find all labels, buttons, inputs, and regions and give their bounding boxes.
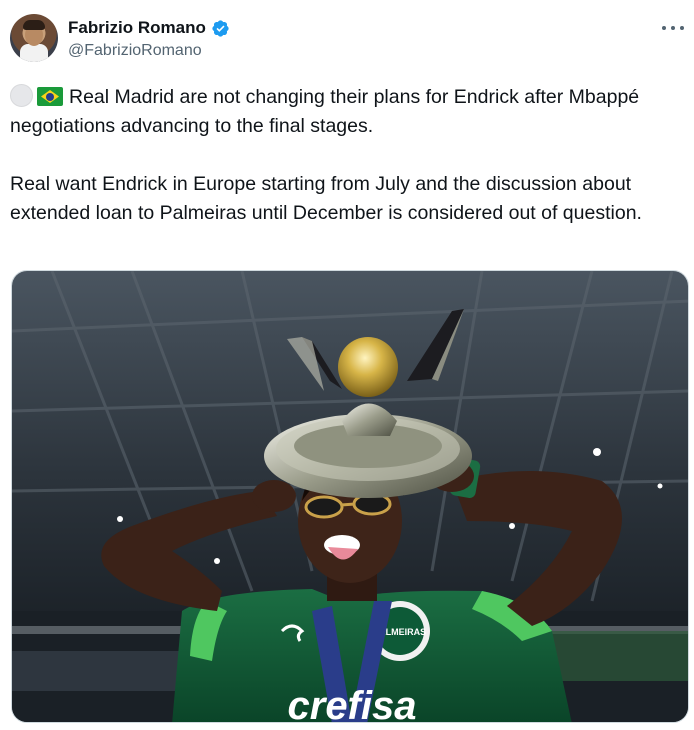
trophy-ball [338,337,398,397]
author-display-name[interactable]: Fabrizio Romano [68,18,206,38]
tweet-paragraph-1: Real Madrid are not changing their plans… [10,83,686,141]
verified-badge-icon [212,19,229,37]
author-display-name-row[interactable]: Fabrizio Romano [68,18,230,38]
more-horizontal-icon[interactable] [662,18,684,38]
tweet-paragraph-1-text: Real Madrid are not changing their plans… [10,86,640,137]
white-circle-emoji [10,84,33,107]
shirt-sponsor-text: crefisa [288,684,417,723]
author-handle[interactable]: @FabrizioRomano [68,42,230,60]
avatar[interactable] [10,14,58,62]
tweet-paragraph-2: Real want Endrick in Europe starting fro… [10,173,642,224]
tweet-header: Fabrizio Romano @FabrizioRomano [10,14,686,66]
author-names: Fabrizio Romano @FabrizioRomano [68,18,230,60]
tweet-text: Real Madrid are not changing their plans… [10,83,686,228]
tweet-photo[interactable]: PALMEIRAS crefisa [11,270,689,723]
brazil-flag-emoji [37,87,63,106]
tweet-card: Fabrizio Romano @FabrizioRomano Real Mad… [0,0,694,730]
photo-endrick-trophy: PALMEIRAS crefisa [12,271,688,723]
